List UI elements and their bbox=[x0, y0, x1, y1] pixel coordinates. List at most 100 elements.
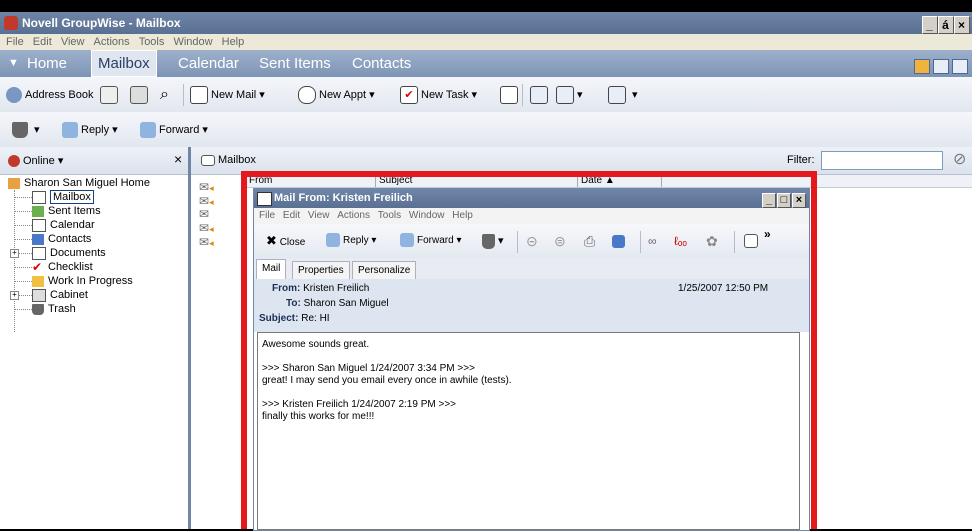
tree-item-label: Contacts bbox=[48, 233, 92, 245]
tab-contacts[interactable]: Contacts bbox=[352, 50, 411, 77]
folder-pane-header: Online ▾ × bbox=[0, 147, 188, 175]
panel-view-icon[interactable] bbox=[952, 59, 968, 74]
window-controls: _ á × bbox=[922, 14, 970, 36]
tree-item-label: Cabinet bbox=[50, 289, 88, 301]
tree-item-label: Sharon San Miguel Home bbox=[24, 177, 150, 189]
title-bar: Novell GroupWise - Mailbox _ á × bbox=[0, 12, 972, 34]
online-status-label: Online bbox=[23, 155, 55, 167]
nav-dropdown-icon[interactable]: ▼ bbox=[8, 50, 19, 77]
tree-item-calendar[interactable]: Calendar bbox=[32, 218, 95, 232]
mailbox-icon bbox=[201, 154, 215, 166]
replied-mail-icon: ✉◂ bbox=[199, 235, 214, 249]
tree-item-label: Work In Progress bbox=[48, 275, 133, 287]
tree-item-label: Documents bbox=[50, 247, 106, 259]
menu-view[interactable]: View bbox=[61, 36, 85, 48]
preview-button[interactable] bbox=[530, 85, 551, 105]
reply-button[interactable]: Reply ▾ bbox=[62, 120, 118, 140]
columns-button[interactable]: ▾ bbox=[556, 85, 583, 105]
tab-calendar[interactable]: Calendar bbox=[178, 50, 239, 77]
clear-filter-icon[interactable]: ⊘ bbox=[953, 149, 966, 169]
close-button[interactable]: × bbox=[954, 16, 970, 34]
table-view-icon bbox=[608, 86, 626, 105]
tree-item-label: Trash bbox=[48, 303, 76, 315]
new-mail-button[interactable]: New Mail ▾ bbox=[190, 85, 265, 105]
forward-label: Forward bbox=[159, 124, 200, 136]
reply-label: Reply bbox=[81, 124, 110, 136]
tree-item-trash[interactable]: Trash bbox=[32, 302, 76, 316]
new-document-icon bbox=[500, 86, 518, 105]
tab-sent-items[interactable]: Sent Items bbox=[259, 50, 331, 77]
opened-mail-icon: ✉ bbox=[199, 207, 210, 221]
new-appt-icon bbox=[298, 86, 316, 105]
replied-mail-icon: ✉◂ bbox=[199, 194, 214, 208]
maximize-button[interactable]: á bbox=[938, 16, 954, 34]
print-icon bbox=[130, 86, 148, 105]
delete-button[interactable]: ▾ bbox=[12, 120, 40, 140]
tree-item-work-in-progress[interactable]: Work In Progress bbox=[32, 274, 133, 288]
expand-icon[interactable]: + bbox=[10, 249, 19, 258]
new-appt-button[interactable]: New Appt ▾ bbox=[298, 85, 375, 105]
expand-icon[interactable]: + bbox=[10, 291, 19, 300]
tree-guide bbox=[19, 295, 32, 296]
menu-help[interactable]: Help bbox=[222, 36, 245, 48]
tree-item-checklist[interactable]: ✔ Checklist bbox=[32, 260, 93, 274]
address-book-button[interactable]: Address Book bbox=[6, 85, 93, 105]
documents-icon bbox=[32, 246, 46, 260]
tree-item-home[interactable]: Sharon San Miguel Home bbox=[8, 176, 150, 190]
message-toolbar: ▾ Reply ▾ Forward ▾ bbox=[0, 112, 972, 148]
people-view-icon[interactable] bbox=[914, 59, 930, 74]
tree-item-sent-items[interactable]: Sent Items bbox=[32, 204, 101, 218]
replied-mail-icon: ✉◂ bbox=[199, 180, 214, 194]
list-view-icon[interactable] bbox=[933, 59, 949, 74]
address-book-label: Address Book bbox=[25, 89, 94, 101]
tab-home[interactable]: Home bbox=[27, 50, 67, 77]
main-toolbar: Address Book ⌕ New Mail ▾ New Appt ▾ ✔ Ne… bbox=[0, 77, 972, 113]
tree-guide bbox=[15, 309, 32, 310]
table-view-button[interactable]: ▾ bbox=[608, 85, 638, 105]
tree-item-contacts[interactable]: Contacts bbox=[32, 232, 91, 246]
menu-file[interactable]: File bbox=[6, 36, 24, 48]
properties-button[interactable] bbox=[100, 85, 121, 105]
trash-icon bbox=[32, 303, 44, 315]
new-appt-label: New Appt bbox=[319, 89, 367, 101]
calendar-icon bbox=[32, 218, 46, 232]
search-icon: ⌕ bbox=[160, 86, 169, 103]
tree-guide bbox=[19, 253, 32, 254]
new-task-icon: ✔ bbox=[400, 86, 418, 105]
folder-name: Mailbox bbox=[218, 154, 256, 166]
menu-actions[interactable]: Actions bbox=[94, 36, 130, 48]
close-pane-icon[interactable]: × bbox=[174, 151, 182, 167]
print-button[interactable] bbox=[130, 85, 151, 105]
tab-mailbox[interactable]: Mailbox bbox=[91, 50, 157, 77]
minimize-button[interactable]: _ bbox=[922, 16, 938, 34]
columns-icon bbox=[556, 86, 574, 105]
replied-mail-icon: ✉◂ bbox=[199, 221, 214, 235]
contacts-icon bbox=[32, 233, 44, 245]
menu-window[interactable]: Window bbox=[173, 36, 212, 48]
tree-item-label: Mailbox bbox=[50, 190, 94, 204]
trash-can-icon bbox=[12, 122, 28, 139]
properties-icon bbox=[100, 86, 118, 105]
address-book-icon bbox=[6, 87, 22, 104]
tree-guide bbox=[15, 211, 32, 212]
tree-item-cabinet[interactable]: Cabinet bbox=[32, 288, 88, 302]
menu-tools[interactable]: Tools bbox=[139, 36, 165, 48]
find-button[interactable]: ⌕ bbox=[160, 85, 169, 105]
filter-input[interactable] bbox=[821, 151, 943, 170]
tree-item-mailbox[interactable]: Mailbox bbox=[32, 190, 94, 204]
menu-edit[interactable]: Edit bbox=[33, 36, 52, 48]
new-mail-icon bbox=[190, 86, 208, 105]
work-in-progress-icon bbox=[32, 275, 44, 287]
forward-button[interactable]: Forward ▾ bbox=[140, 120, 208, 140]
cabinet-icon bbox=[32, 288, 46, 302]
tree-item-label: Checklist bbox=[48, 261, 93, 273]
tree-item-documents[interactable]: Documents bbox=[32, 246, 106, 260]
toolbar-divider bbox=[522, 84, 523, 106]
new-task-button[interactable]: ✔ New Task ▾ bbox=[400, 85, 477, 105]
filter-label: Filter: bbox=[787, 154, 815, 166]
folder-pane: Online ▾ × Sharon San Miguel Home Mailbo… bbox=[0, 147, 191, 529]
new-mail-label: New Mail bbox=[211, 89, 257, 101]
new-document-button[interactable] bbox=[500, 85, 521, 105]
tree-guide bbox=[15, 267, 32, 268]
online-status-dropdown[interactable]: Online ▾ bbox=[8, 154, 63, 168]
